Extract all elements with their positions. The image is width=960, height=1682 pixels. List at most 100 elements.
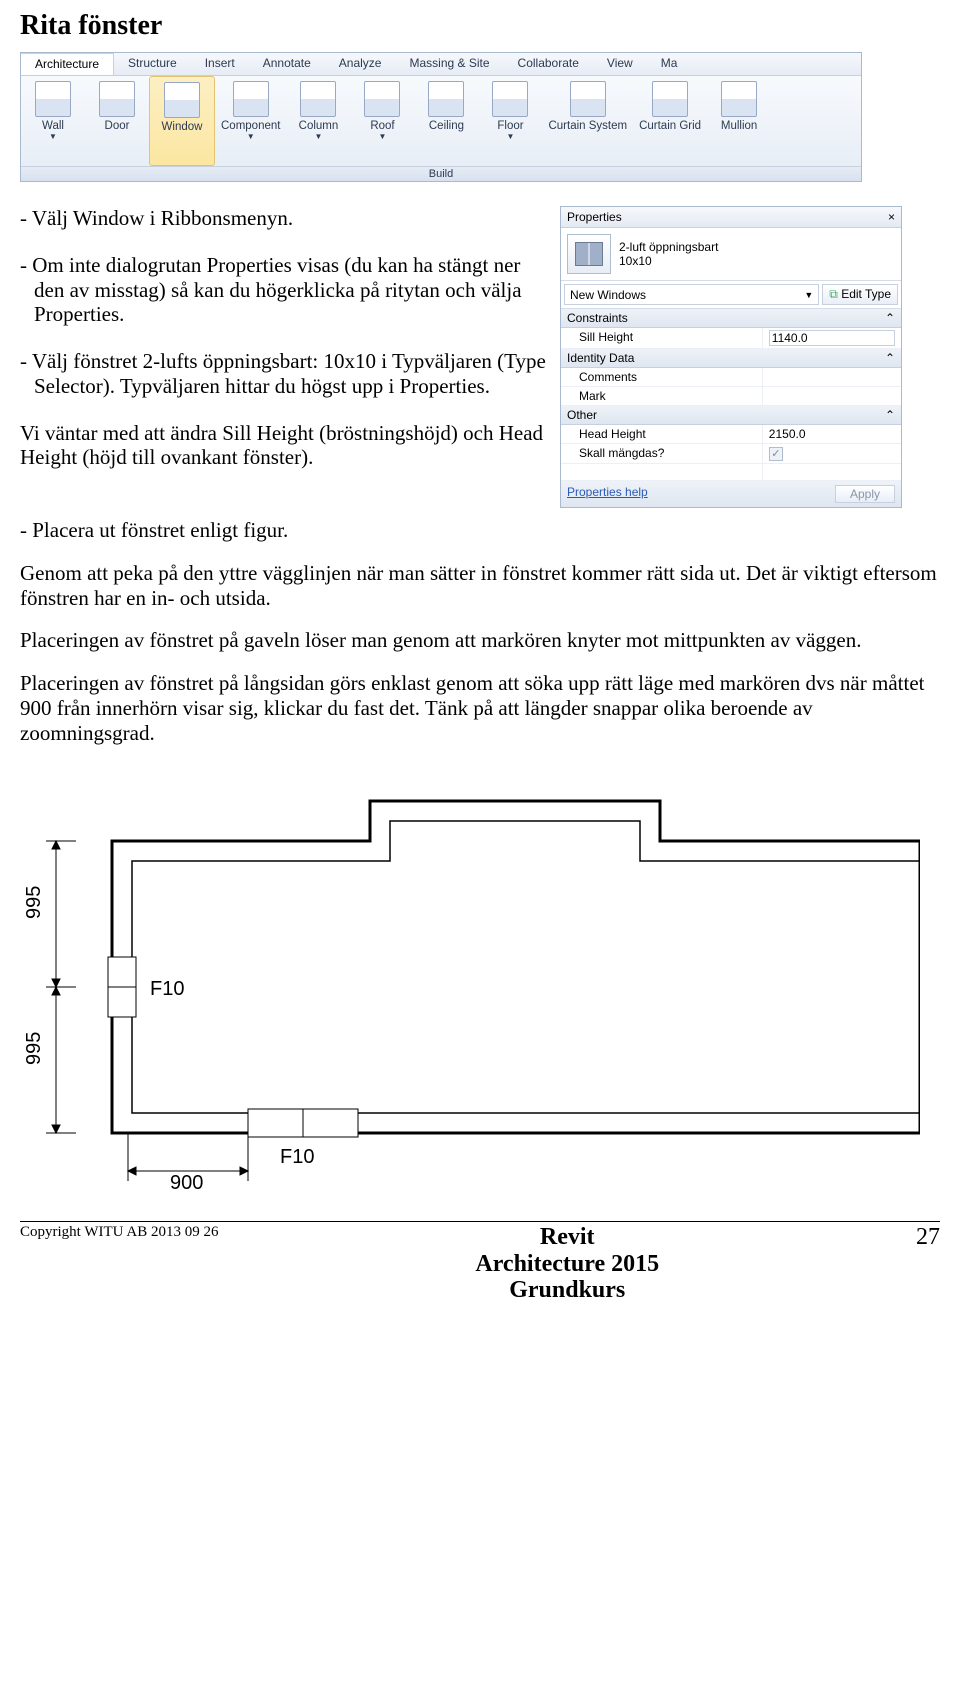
row-empty: [561, 464, 901, 481]
section-identity[interactable]: Identity Data⌃: [561, 349, 901, 368]
window-label-left: F10: [150, 978, 184, 1000]
ribbon-button-label: Component: [221, 120, 280, 132]
ribbon-button-label: Curtain Grid: [639, 120, 701, 132]
curtain-system-icon: [570, 81, 606, 117]
instance-selector-label: New Windows: [570, 288, 646, 302]
ribbon-tab-view[interactable]: View: [593, 53, 647, 75]
roof-icon: [364, 81, 400, 117]
ribbon-button-wall[interactable]: Wall▼: [21, 76, 85, 166]
column-icon: [300, 81, 336, 117]
instruction-p6: Genom att peka på den yttre vägglinjen n…: [20, 561, 940, 611]
window-label-bottom: F10: [280, 1146, 314, 1168]
section-constraints-label: Constraints: [567, 311, 628, 325]
ribbon-button-label: Column: [292, 120, 344, 132]
value-mark[interactable]: [763, 387, 901, 405]
instruction-p1: - Välj Window i Ribbonsmenyn.: [20, 206, 550, 231]
wall-icon: [35, 81, 71, 117]
page-footer: Copyright WITU AB 2013 09 26 Revit Archi…: [20, 1222, 940, 1303]
ribbon-button-component[interactable]: Component▼: [215, 76, 286, 166]
edit-type-button[interactable]: ⧉ Edit Type: [822, 284, 898, 305]
row-skall-mangdas: Skall mängdas?: [561, 444, 901, 464]
ribbon-button-ceiling[interactable]: Ceiling: [414, 76, 478, 166]
instruction-p8: Placeringen av fönstret på långsidan gör…: [20, 671, 940, 745]
chevron-down-icon: ▼: [292, 132, 344, 141]
ribbon-tab-ma[interactable]: Ma: [647, 53, 692, 75]
window-icon: [567, 234, 611, 274]
input-sill-height[interactable]: [769, 330, 895, 346]
ribbon-tab-structure[interactable]: Structure: [114, 53, 191, 75]
ribbon-tab-massing-site[interactable]: Massing & Site: [395, 53, 503, 75]
ribbon-tab-architecture[interactable]: Architecture: [21, 53, 114, 75]
instance-selector[interactable]: New Windows ▼: [564, 284, 819, 305]
collapse-icon: ⌃: [885, 408, 895, 422]
properties-title: Properties: [567, 210, 622, 224]
value-head-height[interactable]: 2150.0: [763, 425, 901, 443]
properties-help-link[interactable]: Properties help: [567, 485, 648, 503]
type-family: 2-luft öppningsbart: [619, 240, 718, 254]
ribbon-button-label: Curtain System: [548, 120, 627, 132]
revit-ribbon: ArchitectureStructureInsertAnnotateAnaly…: [20, 52, 862, 182]
footer-page-number: 27: [916, 1224, 940, 1251]
page-heading: Rita fönster: [20, 10, 940, 42]
row-comments: Comments: [561, 368, 901, 387]
instruction-p4: Vi väntar med att ändra Sill Height (brö…: [20, 421, 550, 471]
ribbon-button-mullion[interactable]: Mullion: [707, 76, 771, 166]
dim-995-top: 995: [23, 886, 45, 919]
ribbon-button-curtain-system[interactable]: Curtain System: [542, 76, 633, 166]
chevron-down-icon: ▼: [221, 132, 280, 141]
ribbon-tab-insert[interactable]: Insert: [191, 53, 249, 75]
ribbon-button-label: Door: [91, 120, 143, 132]
dim-900: 900: [170, 1172, 203, 1191]
door-icon: [99, 81, 135, 117]
collapse-icon: ⌃: [885, 311, 895, 325]
type-selector[interactable]: 2-luft öppningsbart 10x10: [561, 228, 901, 281]
chevron-down-icon: ▼: [356, 132, 408, 141]
ribbon-button-roof[interactable]: Roof▼: [350, 76, 414, 166]
value-comments[interactable]: [763, 368, 901, 386]
floor-icon: [492, 81, 528, 117]
instruction-p7: Placeringen av fönstret på gaveln löser …: [20, 628, 940, 653]
instruction-p3: - Välj fönstret 2-lufts öppningsbart: 10…: [20, 349, 550, 399]
ribbon-button-label: Window: [156, 121, 208, 133]
row-head-height: Head Height 2150.0: [561, 425, 901, 444]
footer-title-3: Grundkurs: [475, 1277, 659, 1303]
footer-title-2: Architecture 2015: [475, 1251, 659, 1277]
ribbon-button-label: Ceiling: [420, 120, 472, 132]
apply-button[interactable]: Apply: [835, 485, 895, 503]
component-icon: [233, 81, 269, 117]
ribbon-tab-analyze[interactable]: Analyze: [325, 53, 396, 75]
row-sill-height: Sill Height: [561, 328, 901, 349]
instruction-text-full: - Placera ut fönstret enligt figur. Geno…: [20, 518, 940, 745]
instruction-p5: - Placera ut fönstret enligt figur.: [20, 518, 940, 543]
ribbon-button-curtain-grid[interactable]: Curtain Grid: [633, 76, 707, 166]
ribbon-button-floor[interactable]: Floor▼: [478, 76, 542, 166]
mullion-icon: [721, 81, 757, 117]
ribbon-group-label: Build: [21, 166, 861, 181]
checkbox-skall-mangdas[interactable]: [763, 444, 901, 463]
window-icon: [164, 82, 200, 118]
ribbon-button-window[interactable]: Window: [149, 76, 215, 166]
collapse-icon: ⌃: [885, 351, 895, 365]
row-mark: Mark: [561, 387, 901, 406]
label-comments: Comments: [561, 368, 763, 386]
ribbon-button-door[interactable]: Door: [85, 76, 149, 166]
footer-copyright: Copyright WITU AB 2013 09 26: [20, 1224, 218, 1241]
section-other-label: Other: [567, 408, 597, 422]
ribbon-button-label: Roof: [356, 120, 408, 132]
section-constraints[interactable]: Constraints ⌃: [561, 309, 901, 328]
ribbon-tab-collaborate[interactable]: Collaborate: [504, 53, 593, 75]
label-sill-height: Sill Height: [561, 328, 763, 348]
section-other[interactable]: Other ⌃: [561, 406, 901, 425]
properties-panel: Properties × 2-luft öppningsbart 10x10 N…: [560, 206, 902, 508]
curtain-grid-icon: [652, 81, 688, 117]
chevron-down-icon: ▼: [804, 290, 813, 300]
instruction-text: - Välj Window i Ribbonsmenyn. - Om inte …: [20, 206, 550, 508]
chevron-down-icon: ▼: [484, 132, 536, 141]
ribbon-button-column[interactable]: Column▼: [286, 76, 350, 166]
ribbon-tab-annotate[interactable]: Annotate: [249, 53, 325, 75]
ceiling-icon: [428, 81, 464, 117]
floor-plan-figure: 995 995 900: [20, 771, 920, 1191]
chevron-down-icon: ▼: [27, 132, 79, 141]
dim-995-bot: 995: [23, 1032, 45, 1065]
close-icon[interactable]: ×: [888, 210, 895, 224]
